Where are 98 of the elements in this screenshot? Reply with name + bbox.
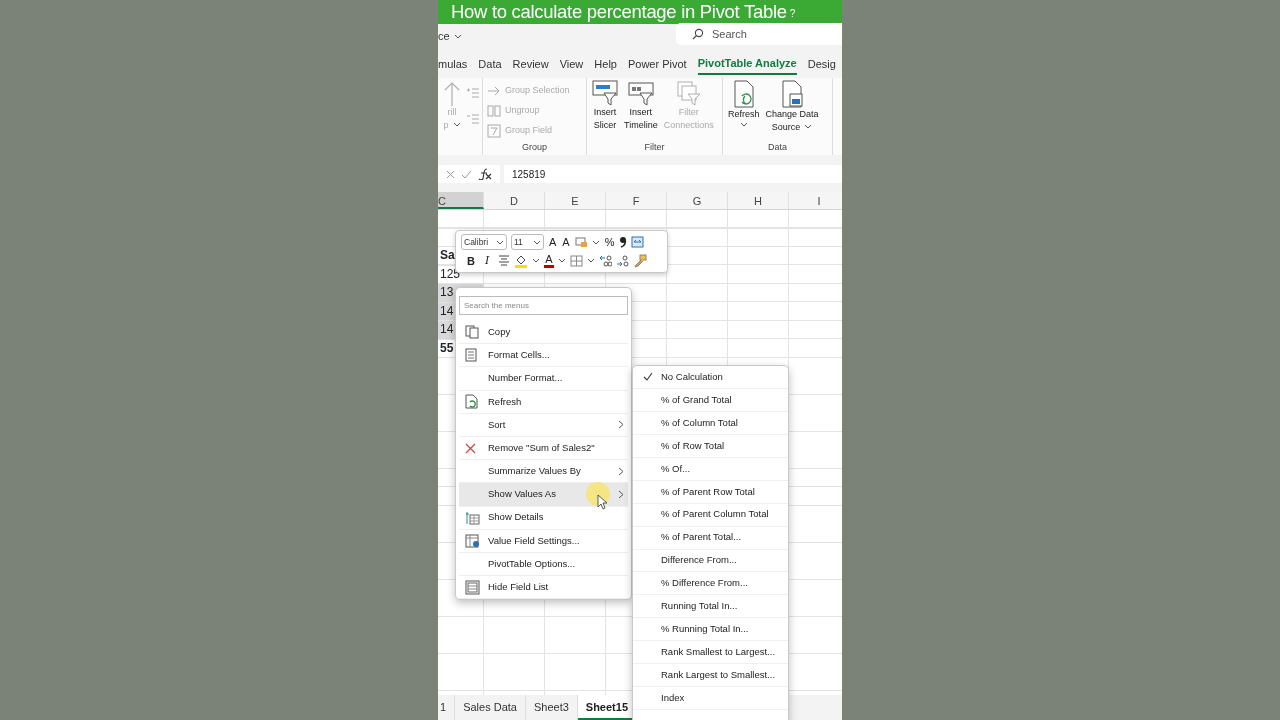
column-header[interactable]: C bbox=[438, 192, 484, 209]
refresh-icon bbox=[465, 394, 479, 410]
borders-icon[interactable] bbox=[569, 254, 583, 267]
column-header[interactable]: E bbox=[545, 192, 606, 209]
field-list-icon bbox=[465, 579, 480, 595]
column-header[interactable]: F bbox=[606, 192, 667, 209]
column-header[interactable]: I bbox=[789, 192, 842, 209]
conditional-format-icon[interactable] bbox=[574, 236, 588, 249]
menu-search-field[interactable]: Search the menus bbox=[459, 296, 628, 315]
menu-item[interactable]: Value Field Settings... bbox=[459, 529, 628, 553]
column-header[interactable]: G bbox=[667, 192, 728, 209]
menu-item[interactable]: % of Parent Column Total bbox=[633, 503, 788, 527]
cancel-icon[interactable] bbox=[446, 169, 455, 179]
menu-item[interactable]: Difference From... bbox=[633, 549, 788, 573]
search-field[interactable]: Search bbox=[676, 23, 842, 45]
caret-icon bbox=[739, 120, 748, 128]
menu-item[interactable]: Show Details bbox=[459, 506, 628, 530]
column-header[interactable]: H bbox=[728, 192, 789, 209]
caret-icon bbox=[452, 121, 461, 129]
menu-item[interactable]: % Running Total In... bbox=[633, 618, 788, 642]
increase-decimal-icon[interactable] bbox=[615, 254, 629, 267]
caret-icon bbox=[533, 238, 541, 246]
menu-item[interactable]: % of Parent Row Total bbox=[633, 480, 788, 504]
menu-item[interactable]: % Difference From... bbox=[633, 572, 788, 596]
menu-item[interactable]: % of Parent Total... bbox=[633, 526, 788, 550]
menu-item[interactable]: Sort bbox=[459, 413, 628, 437]
font-size-field[interactable]: 11 bbox=[511, 234, 544, 251]
column-header[interactable]: D bbox=[484, 192, 545, 209]
ribbon-tab[interactable]: Power Pivot bbox=[627, 53, 687, 75]
caret-icon bbox=[804, 123, 813, 131]
sheet-tab[interactable]: Sheet3 bbox=[525, 695, 578, 720]
caret-icon bbox=[532, 257, 541, 265]
caret-icon bbox=[586, 257, 595, 265]
fill-color-icon[interactable] bbox=[514, 253, 529, 268]
ribbon-button[interactable]: Insert Slicer bbox=[591, 80, 619, 141]
ribbon-tab[interactable]: Help bbox=[594, 53, 617, 75]
account-label: ce bbox=[438, 28, 450, 44]
italic-button[interactable]: I bbox=[483, 253, 491, 268]
ribbon-tab[interactable]: PivotTable Analyze bbox=[697, 52, 797, 76]
ribbon-button[interactable]: Change Data Source bbox=[764, 80, 820, 141]
ungroup-icon bbox=[487, 105, 501, 117]
remove-icon bbox=[465, 442, 476, 454]
caret-icon bbox=[557, 257, 566, 265]
ribbon-tab[interactable]: Desig bbox=[807, 53, 836, 75]
menu-item[interactable]: % Of... bbox=[633, 457, 788, 481]
group-label: Filter bbox=[643, 141, 666, 154]
align-icon[interactable] bbox=[498, 255, 511, 267]
enter-icon[interactable] bbox=[461, 169, 472, 179]
group-field-icon bbox=[487, 124, 501, 138]
grow-font-button[interactable]: A bbox=[548, 235, 558, 250]
menu-item[interactable]: Remove "Sum of Sales2" bbox=[459, 436, 628, 461]
ribbon-button[interactable]: Insert Timeline bbox=[623, 80, 659, 141]
formula-field[interactable]: 125819 bbox=[504, 165, 842, 183]
menu-item[interactable]: Rank Largest to Smallest... bbox=[633, 664, 788, 688]
title-mark: ? bbox=[789, 7, 796, 21]
ribbon-tab[interactable]: mulas bbox=[438, 53, 468, 75]
sheet-tab[interactable]: 1 bbox=[438, 695, 456, 720]
menu-item[interactable]: No Calculation bbox=[633, 366, 788, 389]
mouse-cursor-icon bbox=[585, 482, 611, 510]
font-field[interactable]: Calibri bbox=[461, 234, 507, 251]
function-icon[interactable] bbox=[478, 168, 492, 180]
search-icon bbox=[692, 28, 704, 40]
menu-item[interactable]: Format Cells... bbox=[459, 344, 628, 368]
sheet-tab[interactable]: Sales Data bbox=[455, 695, 526, 720]
bold-button[interactable]: B bbox=[466, 253, 476, 268]
menu-item[interactable]: Running Total In... bbox=[633, 595, 788, 619]
menu-item[interactable]: % of Row Total bbox=[633, 434, 788, 458]
wrap-text-icon[interactable] bbox=[631, 236, 645, 249]
menu-item[interactable]: Index bbox=[633, 687, 788, 711]
menu-item[interactable]: Rank Smallest to Largest... bbox=[633, 641, 788, 665]
decrease-decimal-icon[interactable] bbox=[598, 254, 612, 267]
up-arrow-icon bbox=[443, 80, 461, 106]
arrow-icon bbox=[487, 86, 501, 96]
menu-item[interactable]: % of Column Total bbox=[633, 411, 788, 435]
ribbon-tab[interactable]: Review bbox=[512, 53, 549, 75]
caret-icon bbox=[591, 238, 600, 246]
menu-item[interactable]: % of Grand Total bbox=[633, 388, 788, 412]
comma-style-icon[interactable] bbox=[619, 236, 628, 249]
menu-item[interactable]: Number Format... bbox=[459, 367, 628, 391]
ribbon-button[interactable]: Refresh bbox=[727, 80, 761, 141]
show-details-icon bbox=[465, 510, 480, 525]
video-title: How to calculate percentage in Pivot Table bbox=[451, 2, 787, 22]
menu-item[interactable]: PivotTable Options... bbox=[459, 552, 628, 577]
copy-icon bbox=[465, 325, 480, 340]
caret-icon bbox=[453, 32, 462, 40]
menu-item[interactable]: Hide Field List bbox=[459, 576, 628, 600]
group-label: Data bbox=[767, 141, 788, 154]
ribbon-tab[interactable]: View bbox=[559, 53, 584, 75]
font-color-button[interactable]: A bbox=[544, 253, 554, 268]
ribbon-tab[interactable]: Data bbox=[478, 53, 502, 75]
menu-item[interactable]: Refresh bbox=[459, 390, 628, 414]
value-field-settings-icon bbox=[465, 533, 480, 548]
shrink-font-button[interactable]: A bbox=[561, 235, 571, 250]
menu-item[interactable]: Copy bbox=[459, 321, 628, 345]
format-cells-icon bbox=[465, 348, 477, 363]
group-label: Group bbox=[521, 141, 548, 154]
caret-icon bbox=[496, 238, 504, 246]
percent-button[interactable]: % bbox=[603, 235, 616, 250]
